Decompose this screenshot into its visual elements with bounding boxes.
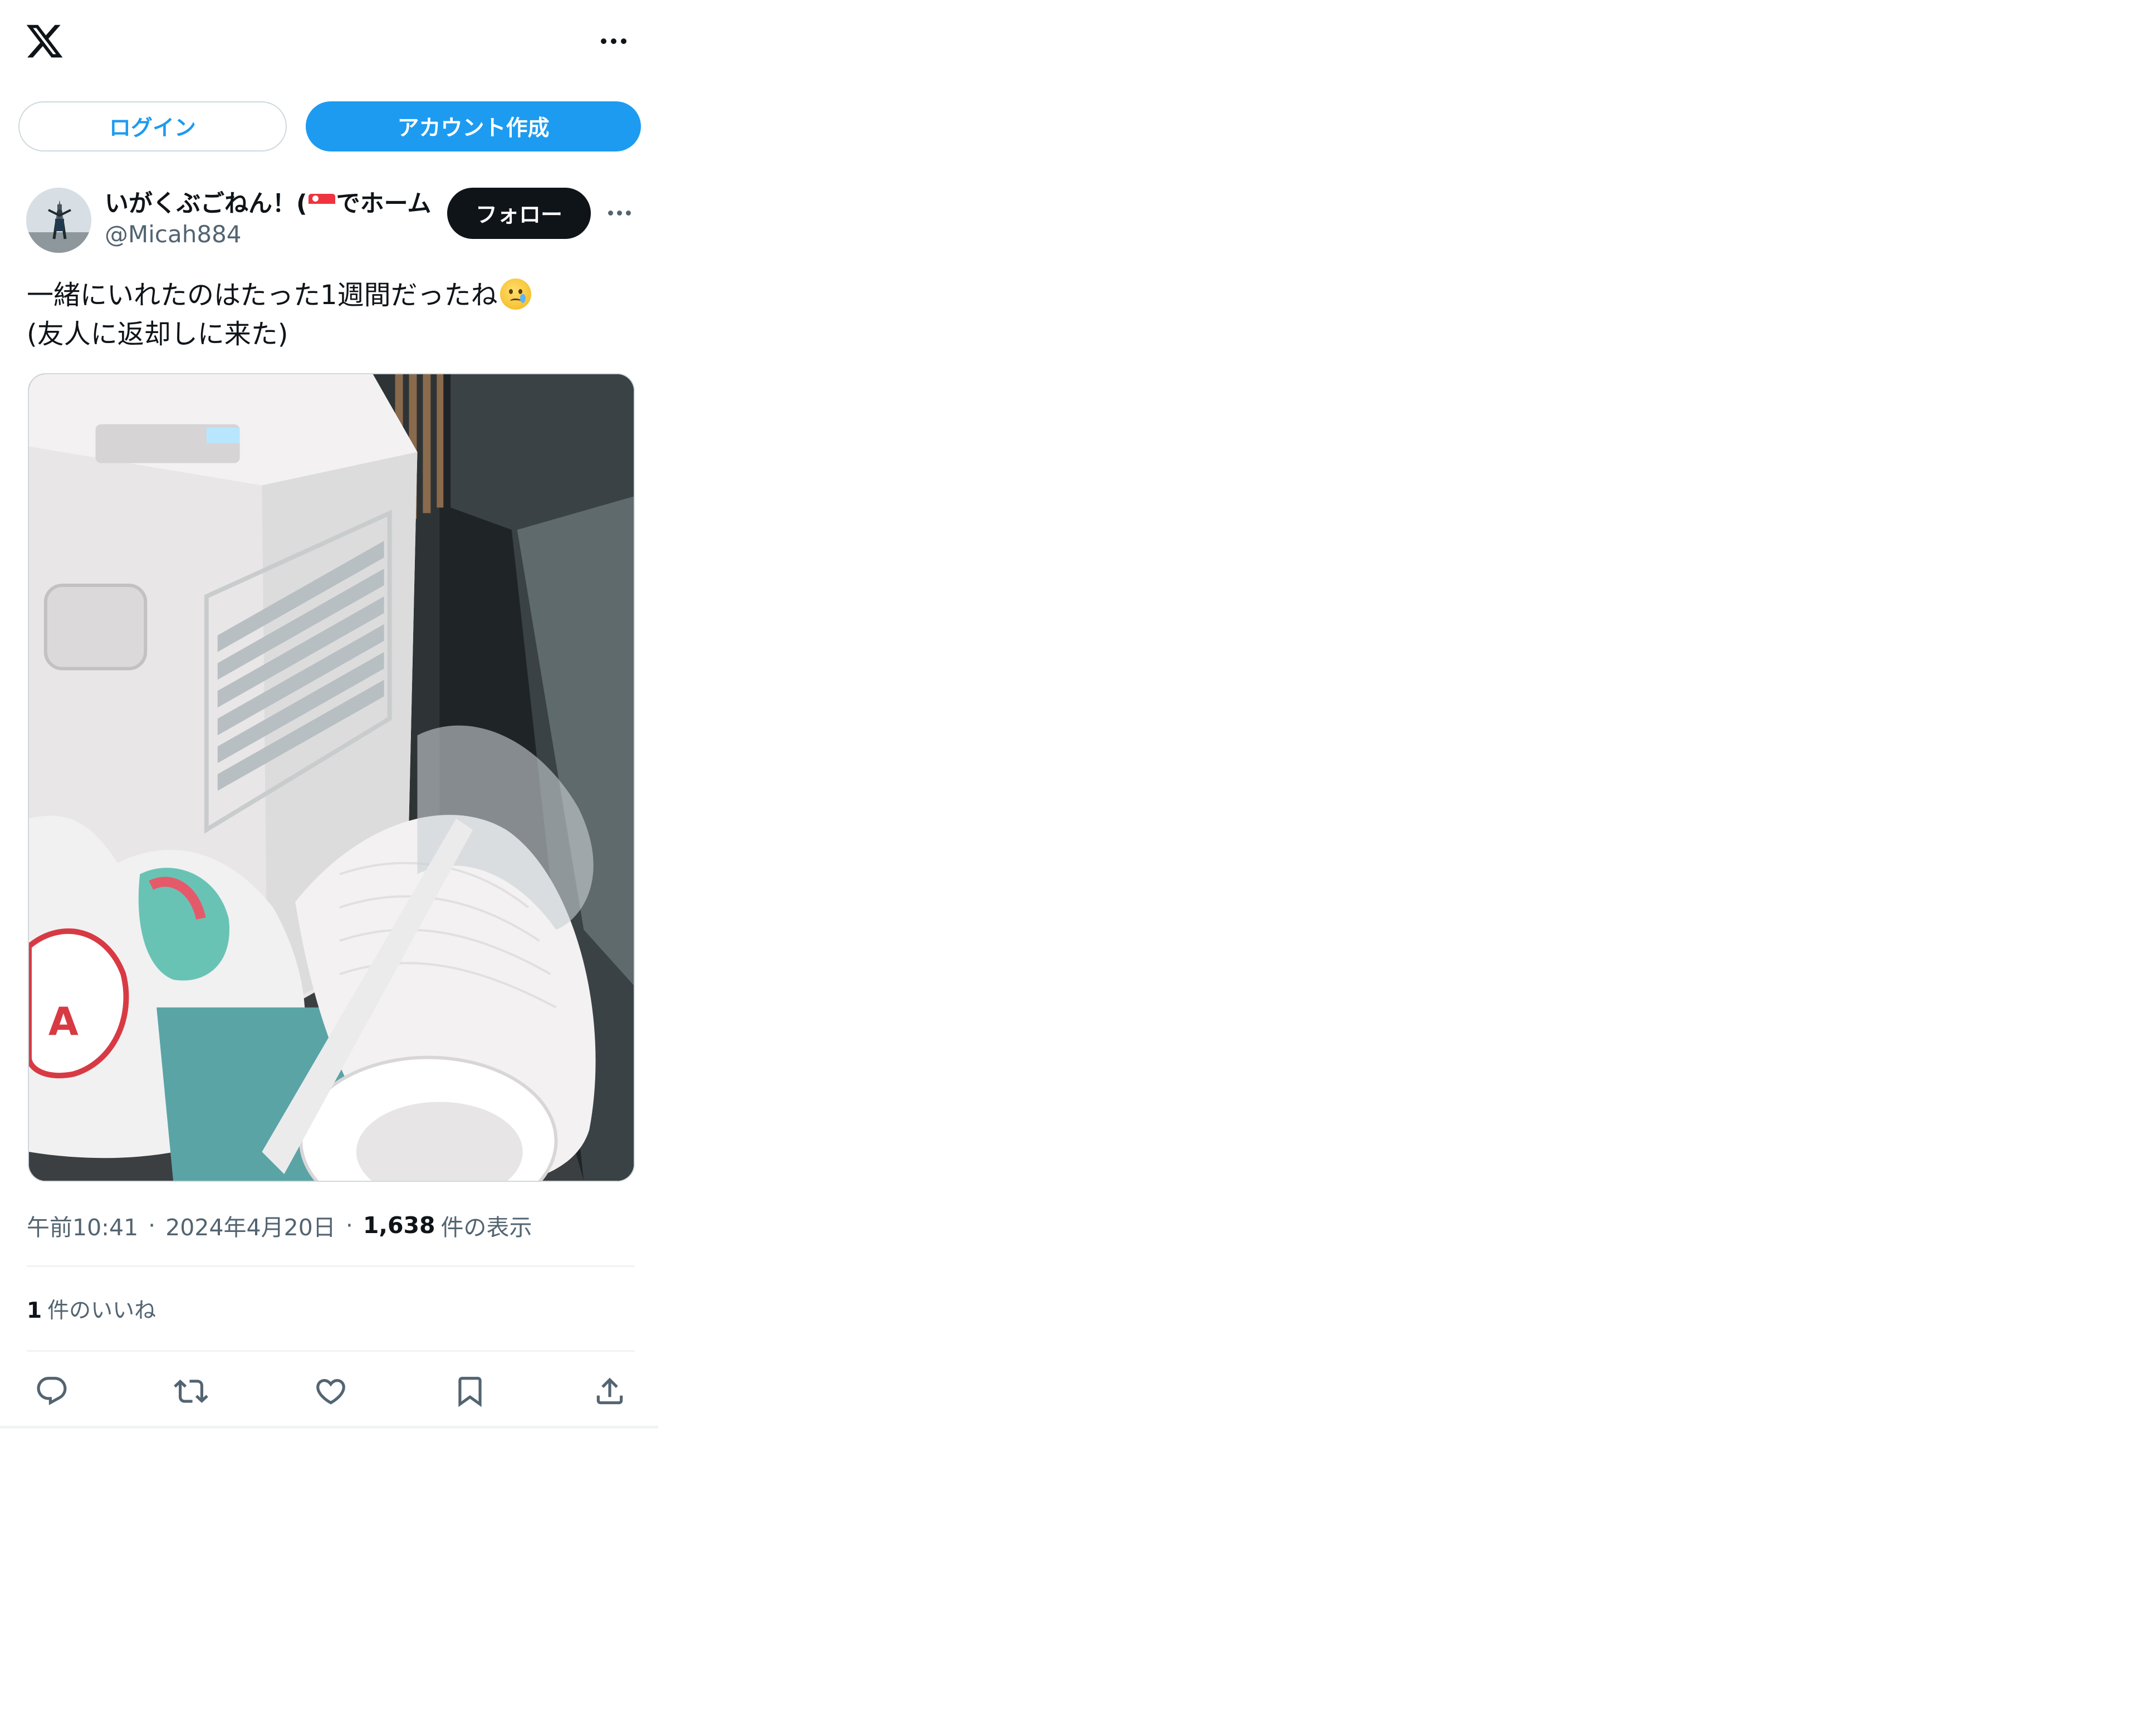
avatar[interactable] [26,188,91,253]
login-button[interactable]: ログイン [18,101,287,151]
tweet-meta: 午前10:41 · 2024年4月20日 · 1,638 件の表示 [27,1209,532,1242]
tweet-text-line-2: (友人に返却しに来た) [27,319,288,350]
tweet-more-icon[interactable] [603,202,636,224]
like-icon[interactable] [311,1371,351,1411]
singapore-flag-icon [308,194,335,214]
divider [27,1265,635,1267]
share-icon[interactable] [590,1371,630,1411]
retweet-icon[interactable] [171,1371,211,1411]
tweet-text: 一緒にいれたのはたった1週間だったね (友人に返却しに来た) [27,276,639,354]
author-handle[interactable]: @Micah884 [105,221,242,248]
svg-text:A: A [48,1000,79,1045]
divider [27,1350,635,1352]
more-horizontal-icon[interactable] [596,28,631,55]
tweet-text-line-1: 一緒にいれたのはたった1週間だったね [27,280,498,311]
meta-separator: · [148,1212,156,1239]
author-name-part1: いがくぶごねん！( [105,190,307,218]
create-account-button[interactable]: アカウント作成 [306,101,641,151]
views-label: 件の表示 [440,1214,532,1241]
face-holding-back-tears-icon [499,278,531,310]
meta-separator: · [345,1212,353,1239]
tweet-time[interactable]: 午前10:41 [27,1209,138,1242]
bookmark-icon[interactable] [450,1371,490,1411]
author-name-part2: でホーム [336,190,432,218]
tweet-date[interactable]: 2024年4月20日 [165,1209,336,1242]
author-display-name[interactable]: いがくぶごねん！( でホーム [105,188,431,219]
views-count: 1,638 [363,1212,435,1239]
likes-count: 1 [27,1298,42,1323]
likes-summary[interactable]: 1 件のいいね [27,1293,156,1324]
reply-icon[interactable] [32,1371,72,1411]
tweet-photo[interactable]: A [28,373,635,1182]
likes-label: 件のいいね [47,1298,156,1323]
follow-button[interactable]: フォロー [447,188,591,239]
x-logo-icon[interactable] [25,21,65,61]
tweet-page: ログイン アカウント作成 いがくぶごねん！( でホーム @Micah884 フォ… [0,0,658,1429]
